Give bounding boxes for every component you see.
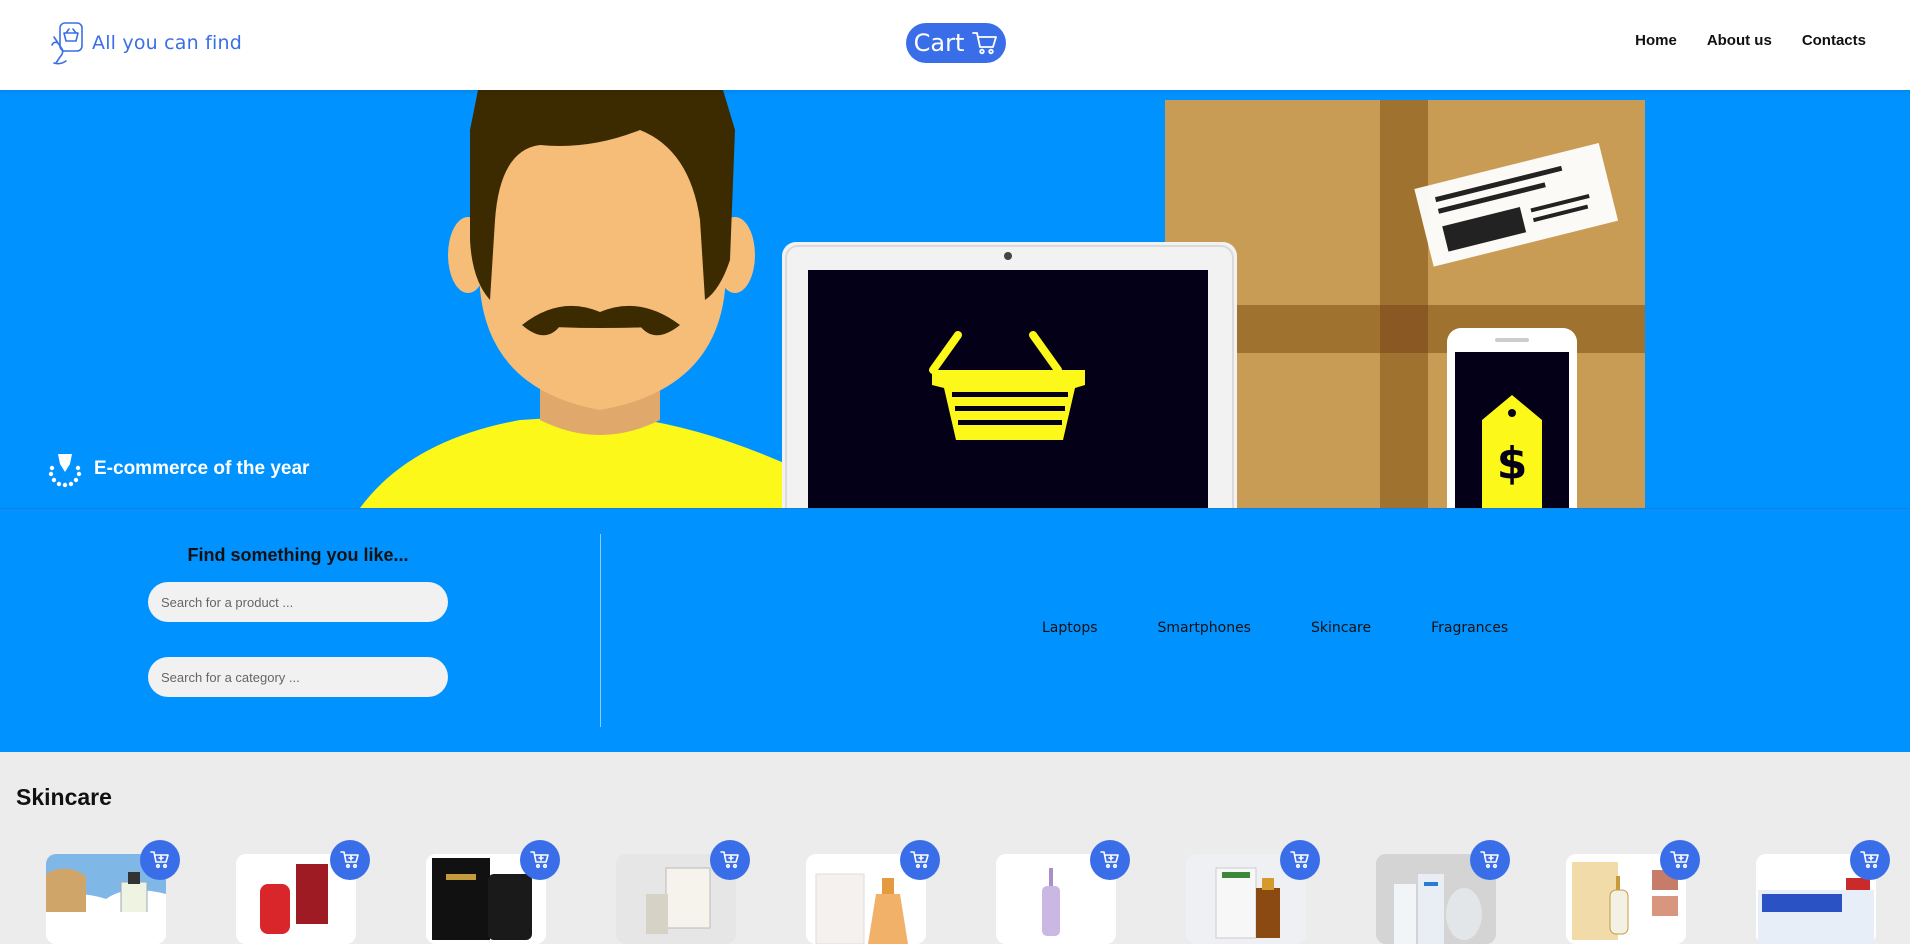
add-to-cart-button[interactable] [330, 840, 370, 880]
add-cart-icon [910, 851, 929, 869]
logo-text: All you can find [92, 32, 242, 54]
add-cart-icon [1480, 851, 1499, 869]
add-to-cart-button[interactable] [1470, 840, 1510, 880]
main-nav: Home About us Contacts [1635, 32, 1866, 49]
add-to-cart-button[interactable] [1850, 840, 1890, 880]
nav-about-link[interactable]: About us [1707, 32, 1772, 49]
award-text: E-commerce of the year [94, 458, 310, 479]
add-cart-icon [1670, 851, 1689, 869]
top-header: All you can find Cart Home About us Cont… [0, 0, 1910, 90]
nav-contacts-link[interactable]: Contacts [1802, 32, 1866, 49]
add-cart-icon [1860, 851, 1879, 869]
nav-home-link[interactable]: Home [1635, 32, 1677, 49]
add-cart-icon [720, 851, 739, 869]
vertical-divider [600, 534, 601, 727]
add-to-cart-button[interactable] [520, 840, 560, 880]
add-cart-icon [530, 851, 549, 869]
section-title: Skincare [16, 784, 112, 810]
product-row [0, 840, 1910, 944]
add-cart-icon [150, 851, 169, 869]
shopping-cart-icon [972, 32, 998, 55]
product-search-input[interactable] [148, 582, 448, 622]
search-section: Find something you like... Laptops Smart… [0, 508, 1910, 752]
cart-button[interactable]: Cart [906, 23, 1006, 63]
add-cart-icon [1100, 851, 1119, 869]
hero-banner: $ E-commerce of the year [0, 90, 1910, 508]
category-link-smartphones[interactable]: Smartphones [1158, 620, 1251, 636]
svg-text:$: $ [1497, 438, 1528, 489]
add-to-cart-button[interactable] [1090, 840, 1130, 880]
add-cart-icon [340, 851, 359, 869]
award-badge: E-commerce of the year [46, 450, 309, 488]
basket-hand-icon [51, 22, 83, 65]
add-to-cart-button[interactable] [1660, 840, 1700, 880]
add-to-cart-button[interactable] [1280, 840, 1320, 880]
add-to-cart-button[interactable] [900, 840, 940, 880]
add-cart-icon [1290, 851, 1309, 869]
category-search-input[interactable] [148, 657, 448, 697]
category-link-fragrances[interactable]: Fragrances [1431, 620, 1508, 636]
search-title: Find something you like... [187, 545, 409, 565]
hero-illustration: $ [360, 90, 1645, 508]
award-laurel-icon [48, 454, 82, 488]
category-link-laptops[interactable]: Laptops [1042, 620, 1098, 636]
add-to-cart-button[interactable] [710, 840, 750, 880]
add-to-cart-button[interactable] [140, 840, 180, 880]
category-link-skincare[interactable]: Skincare [1311, 620, 1371, 636]
category-links: Laptops Smartphones Skincare Fragrances [1042, 620, 1508, 636]
cart-label: Cart [913, 29, 965, 57]
site-logo[interactable]: All you can find [48, 18, 242, 68]
